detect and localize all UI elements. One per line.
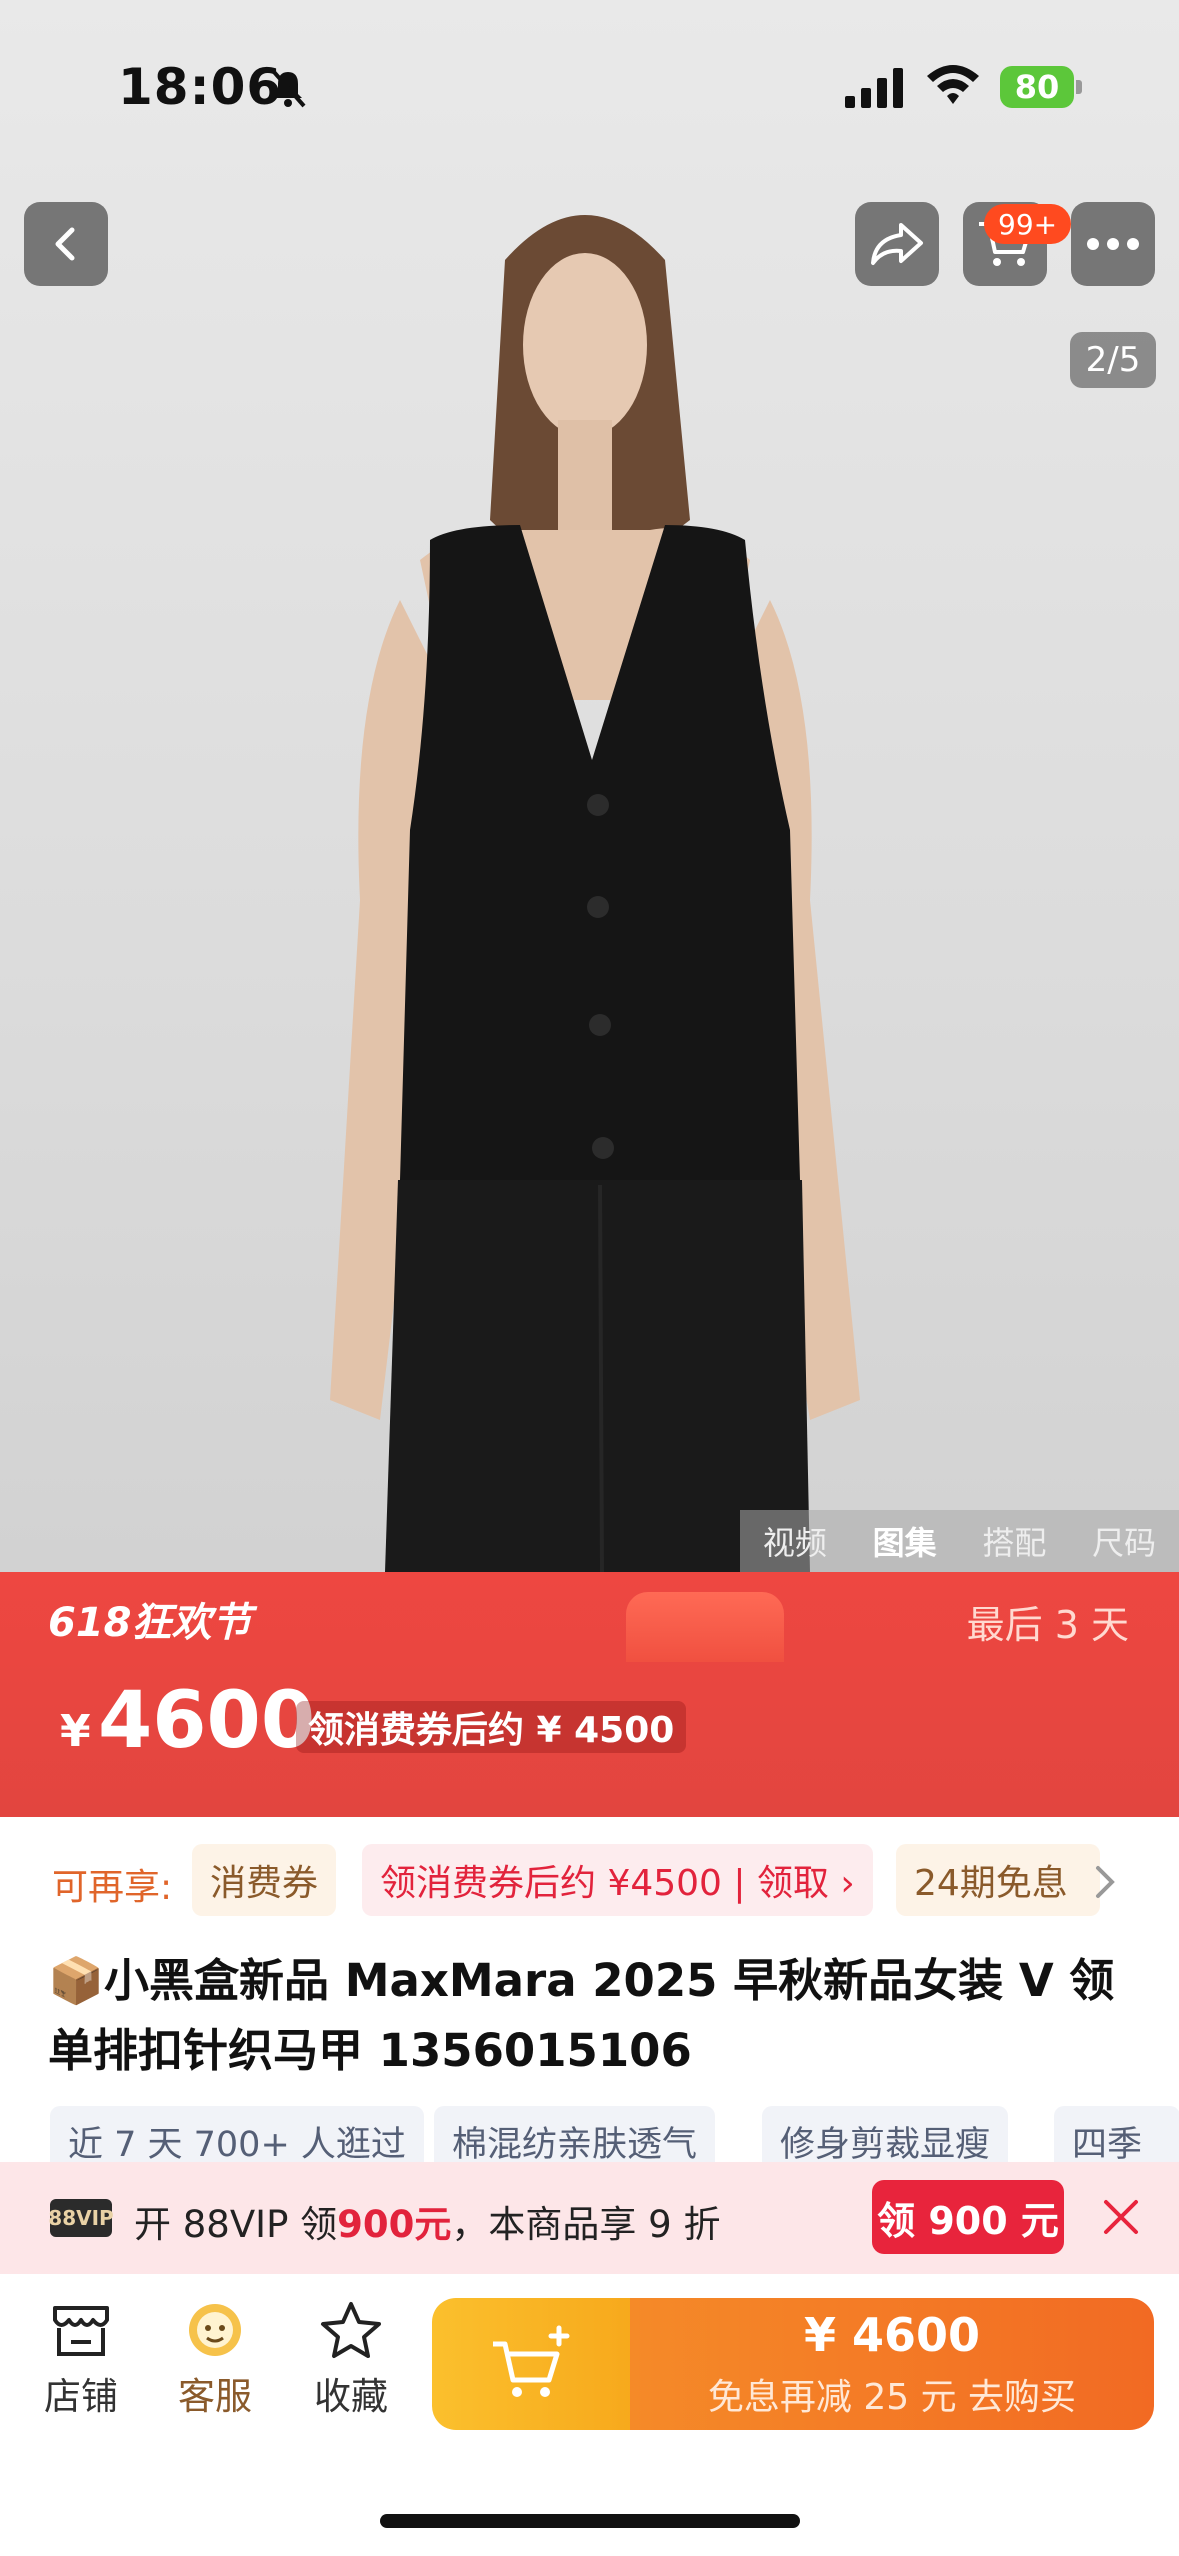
perks-label: 可再享: (52, 1867, 173, 1908)
perk-chip-installment[interactable]: 24期免息 (896, 1844, 1100, 1916)
chevron-right-icon[interactable] (1090, 1862, 1118, 1902)
wifi-icon (927, 65, 979, 104)
battery-indicator: 80 (1000, 66, 1074, 108)
back-button[interactable] (24, 202, 108, 286)
store-tab[interactable]: 店铺 (26, 2300, 136, 2420)
vip-badge: 88VIP (48, 2199, 114, 2237)
store-label: 店铺 (44, 2375, 118, 2418)
cellular-signal-icon (845, 68, 903, 108)
star-icon (321, 2302, 381, 2358)
customer-service-label: 客服 (178, 2375, 252, 2418)
add-to-cart-button[interactable] (432, 2298, 632, 2430)
currency-symbol: ¥ (60, 1706, 91, 1757)
more-button[interactable] (1071, 202, 1155, 286)
store-icon (53, 2306, 109, 2356)
tab-size[interactable]: 尺码 (1092, 1518, 1156, 1564)
status-time: 18:06 (118, 58, 283, 116)
after-coupon-price: 领消费券后约 ¥ 4500 (296, 1701, 687, 1753)
tab-video[interactable]: 视频 (763, 1518, 827, 1564)
cart-badge: 99+ (984, 204, 1072, 244)
home-indicator[interactable] (380, 2514, 800, 2528)
tmall-cat-logo (626, 1592, 784, 1662)
media-tabs: 视频 图集 搭配 尺码 (740, 1510, 1179, 1572)
product-title: 📦小黑盒新品 MaxMara 2025 早秋新品女装 V 领单排扣针织马甲 13… (48, 1954, 1115, 2077)
share-button[interactable] (855, 202, 939, 286)
add-cart-icon (493, 2325, 570, 2397)
buy-price: ¥ 4600 (803, 2308, 981, 2362)
perk-chip-coupon[interactable]: 消费券 (192, 1844, 337, 1916)
vip-text: 开 88VIP 领900元，本商品享 9 折 (134, 2194, 720, 2248)
favorite-tab[interactable]: 收藏 (296, 2300, 406, 2420)
battery-level: 80 (1014, 68, 1060, 106)
tab-gallery[interactable]: 图集 (873, 1518, 937, 1564)
image-counter: 2/5 (1070, 332, 1156, 388)
close-icon[interactable] (1096, 2192, 1146, 2242)
customer-service-icon (189, 2304, 241, 2356)
customer-service-tab[interactable]: 客服 (160, 2300, 270, 2420)
vip-text-suffix: ，本商品享 9 折 (451, 2203, 721, 2246)
chevron-left-icon (55, 227, 75, 261)
vip-text-prefix: 开 88VIP 领 (134, 2203, 338, 2246)
favorite-label: 收藏 (314, 2375, 388, 2418)
buy-now-button[interactable]: ¥ 4600 免息再减 25 元 去购买 (630, 2298, 1154, 2430)
tab-outfit[interactable]: 搭配 (982, 1518, 1046, 1564)
claim-vip-button[interactable]: 领 900 元 (872, 2180, 1064, 2254)
share-icon (871, 223, 923, 265)
more-dots-icon (1087, 238, 1139, 250)
countdown-text: 最后 3 天 (966, 1603, 1129, 1647)
battery-tip (1076, 80, 1082, 94)
vip-amount: 900元 (337, 2203, 452, 2246)
status-bar: 18:06 80 (0, 0, 1179, 170)
mute-bell-icon (272, 70, 306, 108)
perk-chip-claim[interactable]: 领消费券后约 ¥4500 | 领取 › (362, 1844, 873, 1916)
buy-subtitle: 免息再减 25 元 去购买 (707, 2377, 1077, 2418)
festival-label: 618狂欢节 (48, 1600, 252, 1646)
price: 4600 (98, 1676, 316, 1766)
